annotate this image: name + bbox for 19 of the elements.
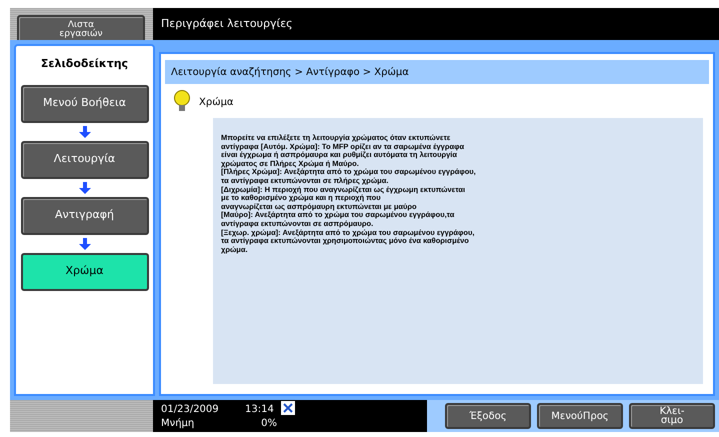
time-text: 13:14 (245, 404, 275, 417)
footer-button[interactable]: Έξοδος (445, 403, 531, 429)
memory-label: Μνήμη (161, 418, 196, 431)
step-button[interactable]: Μενού Βοήθεια (20, 84, 148, 122)
down-arrow-icon (78, 126, 90, 138)
step-button[interactable]: Χρώμα (20, 252, 148, 290)
footer-button[interactable]: ΜενούΠρος (537, 403, 623, 429)
topic-title: Χρώμα (199, 96, 234, 110)
step-button[interactable]: Αντιγραφή (20, 196, 148, 234)
date-text: 01/23/2009 (161, 404, 220, 417)
down-arrow-icon (78, 238, 90, 250)
footer-button[interactable]: Κλει- σιμο (629, 403, 715, 429)
light-bulb-icon (173, 90, 191, 114)
bookmark-tab[interactable]: Σελιδοδείκτης (40, 56, 128, 72)
step-button[interactable]: Λειτουργία (20, 140, 148, 178)
memory-value: 0% (260, 418, 277, 431)
window-title: Περιγράφει λειτουργίες (161, 17, 293, 30)
down-arrow-icon (78, 182, 90, 194)
breadcrumb: Λειτουργία αναζήτησης > Αντίγραφο > Χρώμα (171, 66, 409, 80)
